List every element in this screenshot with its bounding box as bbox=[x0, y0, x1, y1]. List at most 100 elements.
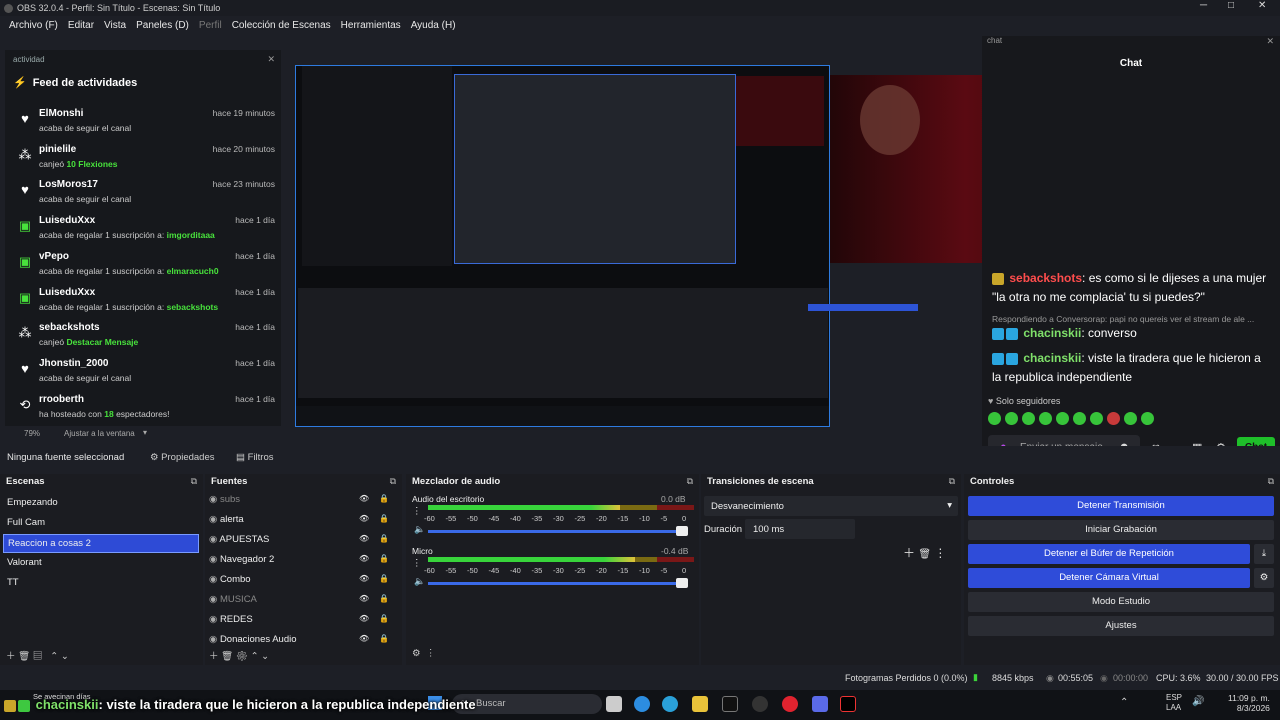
trash-icon[interactable]: 🗑 bbox=[221, 651, 233, 662]
more-icon[interactable]: ⋮ bbox=[412, 558, 422, 569]
start-recording-button[interactable]: Iniciar Grabación bbox=[968, 520, 1274, 540]
lock-icon[interactable]: 🔒 bbox=[379, 594, 389, 603]
gear-icon[interactable]: ⚙ bbox=[236, 651, 248, 662]
visibility-icon[interactable]: 👁 bbox=[359, 614, 369, 623]
menu-vista[interactable]: Vista bbox=[104, 20, 126, 31]
source-item[interactable]: ◉ REDES 👁 🔒 bbox=[209, 614, 397, 633]
close-icon[interactable]: ✕ bbox=[1258, 0, 1266, 11]
properties-button[interactable]: ⚙ Propiedades bbox=[150, 452, 215, 463]
menu-herramientas[interactable]: Herramientas bbox=[341, 20, 401, 31]
undock-icon[interactable]: ⧉ bbox=[191, 476, 197, 487]
visibility-icon[interactable]: 👁 bbox=[359, 514, 369, 523]
up-icon[interactable]: ⌃ bbox=[251, 651, 259, 662]
gear-icon[interactable]: ⚙ bbox=[1254, 568, 1274, 588]
language-indicator[interactable]: ESP LAA bbox=[1166, 693, 1182, 713]
stop-stream-button[interactable]: Detener Transmisión bbox=[968, 496, 1274, 516]
more-icon[interactable]: ⋮ bbox=[934, 546, 946, 560]
source-item[interactable]: ◉ Navegador 2 👁 🔒 bbox=[209, 554, 397, 573]
add-icon[interactable]: ＋ bbox=[209, 651, 219, 662]
gear-icon[interactable]: ⚙ bbox=[412, 648, 421, 659]
lock-icon[interactable]: 🔒 bbox=[379, 574, 389, 583]
menu-paneles[interactable]: Paneles (D) bbox=[136, 20, 189, 31]
down-icon[interactable]: ⌄ bbox=[261, 651, 269, 662]
trash-icon[interactable]: 🗑 bbox=[18, 651, 30, 662]
menu-editar[interactable]: Editar bbox=[68, 20, 94, 31]
volume-slider[interactable] bbox=[428, 530, 688, 533]
source-item[interactable]: ◉ Combo 👁 🔒 bbox=[209, 574, 397, 593]
scene-item[interactable]: Reaccion a cosas 2 bbox=[3, 534, 199, 553]
scene-item[interactable]: Full Cam bbox=[3, 514, 199, 533]
filter-icon[interactable]: ▤ bbox=[33, 651, 43, 662]
edge-icon[interactable] bbox=[634, 696, 650, 712]
stop-virtual-cam-button[interactable]: Detener Cámara Virtual bbox=[968, 568, 1250, 588]
down-icon[interactable]: ⌄ bbox=[61, 651, 69, 662]
add-icon[interactable]: ＋ bbox=[903, 546, 915, 560]
visibility-icon[interactable]: 👁 bbox=[359, 534, 369, 543]
volume-icon[interactable]: 🔊 bbox=[1192, 696, 1204, 707]
chevron-down-icon[interactable]: ▾ bbox=[143, 428, 147, 437]
source-item[interactable]: ◉ APUESTAS 👁 🔒 bbox=[209, 534, 397, 553]
opera-icon[interactable] bbox=[782, 696, 798, 712]
transition-select[interactable]: Desvanecimiento ▾ bbox=[704, 496, 958, 516]
clock[interactable]: 11:09 p. m. 8/3/2026 bbox=[1228, 693, 1270, 713]
scene-item[interactable]: Empezando bbox=[3, 494, 199, 513]
tray-chevron-icon[interactable]: ⌃ bbox=[1120, 697, 1128, 708]
scene-item[interactable]: Valorant bbox=[3, 554, 199, 573]
visibility-icon[interactable]: 👁 bbox=[359, 594, 369, 603]
tiktok-icon[interactable] bbox=[840, 696, 856, 712]
menu-ayuda[interactable]: Ayuda (H) bbox=[411, 20, 456, 31]
lock-icon[interactable]: 🔒 bbox=[379, 514, 389, 523]
telegram-icon[interactable] bbox=[662, 696, 678, 712]
capcut-icon[interactable] bbox=[722, 696, 738, 712]
duration-input[interactable]: 100 ms bbox=[745, 519, 855, 539]
menu-perfil[interactable]: Perfil bbox=[199, 20, 222, 31]
obs-taskbar-icon[interactable] bbox=[752, 696, 768, 712]
visibility-icon[interactable]: 👁 bbox=[359, 574, 369, 583]
undock-icon[interactable]: ⧉ bbox=[390, 476, 396, 487]
settings-button[interactable]: Ajustes bbox=[968, 616, 1274, 636]
lock-icon[interactable]: 🔒 bbox=[379, 534, 389, 543]
folder-icon[interactable] bbox=[692, 696, 708, 712]
activity-close-icon[interactable]: ✕ bbox=[267, 54, 275, 65]
volume-slider[interactable] bbox=[428, 582, 688, 585]
preview-canvas[interactable] bbox=[295, 65, 918, 427]
visibility-icon[interactable]: 👁 bbox=[359, 494, 369, 503]
more-icon[interactable]: ⋮ bbox=[426, 648, 436, 659]
chat-close-icon[interactable]: ✕ bbox=[1266, 36, 1274, 47]
undock-icon[interactable]: ⧉ bbox=[949, 476, 955, 487]
speaker-icon[interactable]: 🔈 bbox=[414, 524, 425, 535]
lock-icon[interactable]: 🔒 bbox=[379, 554, 389, 563]
volume-knob[interactable] bbox=[676, 526, 688, 536]
menu-coleccion[interactable]: Colección de Escenas bbox=[232, 20, 331, 31]
add-icon[interactable]: ＋ bbox=[6, 651, 16, 662]
visibility-icon[interactable]: 👁 bbox=[359, 554, 369, 563]
lock-icon[interactable]: 🔒 bbox=[379, 494, 389, 503]
trash-icon[interactable]: 🗑 bbox=[918, 549, 931, 560]
speaker-icon[interactable]: 🔈 bbox=[414, 576, 425, 587]
minimize-icon[interactable]: ─ bbox=[1200, 0, 1207, 11]
source-item[interactable]: ◉ alerta 👁 🔒 bbox=[209, 514, 397, 533]
maximize-icon[interactable]: □ bbox=[1228, 0, 1234, 11]
discord-icon[interactable] bbox=[812, 696, 828, 712]
volume-knob[interactable] bbox=[676, 578, 688, 588]
source-item[interactable]: ◉ subs 👁 🔒 bbox=[209, 494, 397, 513]
source-item[interactable]: ◉ MUSICA 👁 🔒 bbox=[209, 594, 397, 613]
up-icon[interactable]: ⌃ bbox=[50, 651, 58, 662]
filters-button[interactable]: ▤ Filtros bbox=[236, 452, 274, 463]
menu-archivo[interactable]: Archivo (F) bbox=[9, 20, 58, 31]
fit-window[interactable]: Ajustar a la ventana bbox=[64, 429, 135, 438]
undock-icon[interactable]: ⧉ bbox=[1268, 476, 1274, 487]
undock-icon[interactable]: ⧉ bbox=[687, 476, 693, 487]
emote-row[interactable] bbox=[988, 412, 1178, 428]
studio-mode-button[interactable]: Modo Estudio bbox=[968, 592, 1274, 612]
task-view-icon[interactable] bbox=[606, 696, 622, 712]
lock-icon[interactable]: 🔒 bbox=[379, 614, 389, 623]
scene-item[interactable]: TT bbox=[3, 574, 199, 593]
visibility-icon[interactable]: 👁 bbox=[359, 634, 369, 643]
zoom-level[interactable]: 79% bbox=[24, 429, 40, 438]
more-icon[interactable]: ⋮ bbox=[412, 506, 422, 517]
lock-icon[interactable]: 🔒 bbox=[379, 634, 389, 643]
save-replay-icon[interactable]: ⤓ bbox=[1254, 544, 1274, 564]
meter-tick: -25 bbox=[574, 566, 586, 575]
stop-replay-buffer-button[interactable]: Detener el Búfer de Repetición bbox=[968, 544, 1250, 564]
